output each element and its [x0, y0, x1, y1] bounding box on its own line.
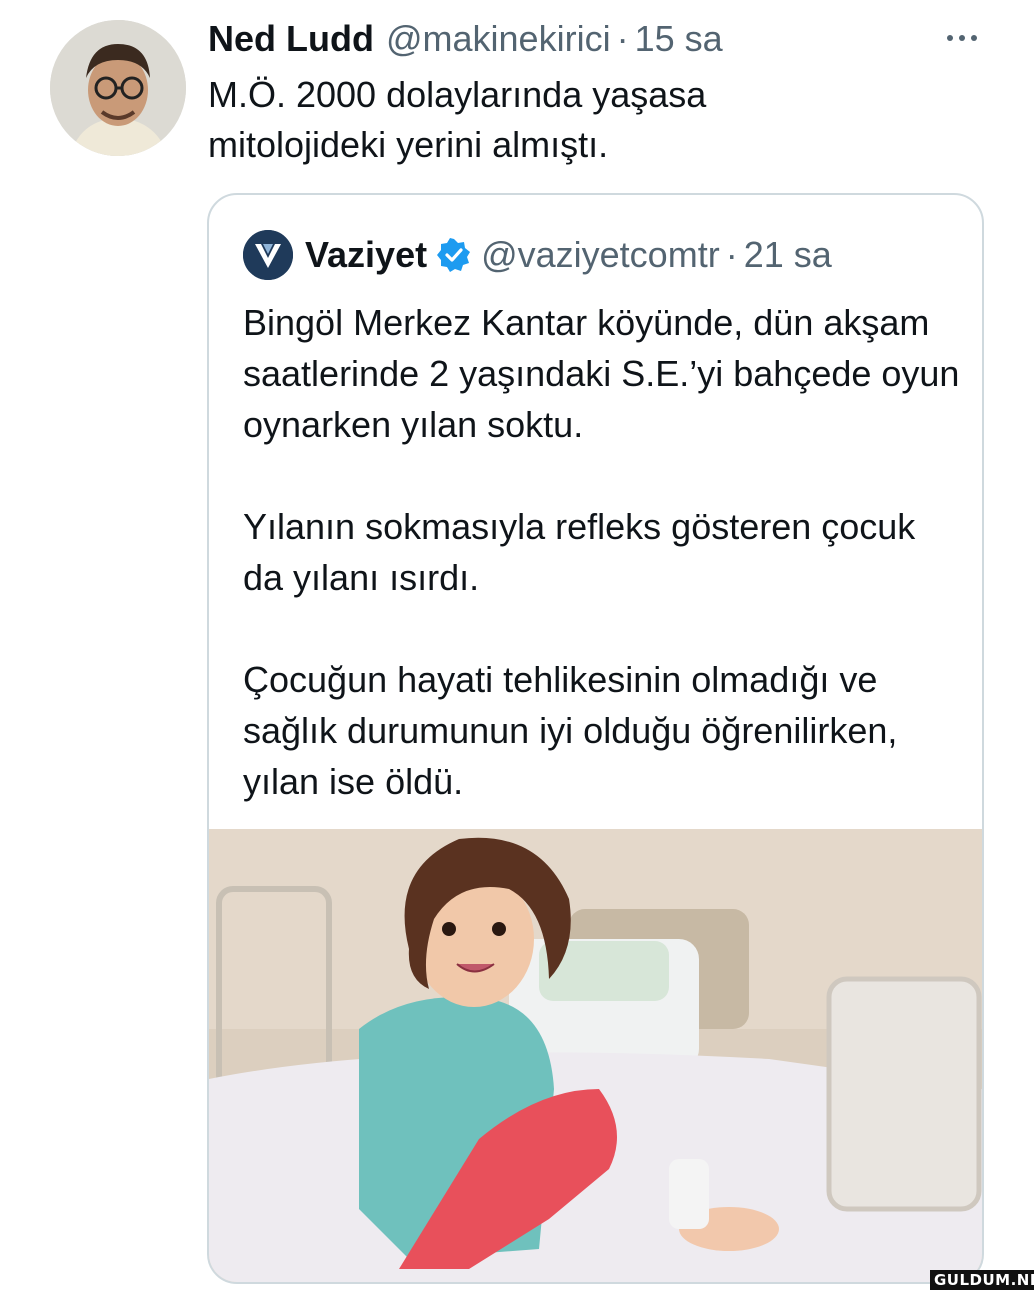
quoted-author-handle[interactable]: @vaziyetcomtr	[481, 234, 720, 276]
more-horizontal-icon[interactable]	[944, 26, 980, 50]
quoted-tweet-photo[interactable]	[209, 829, 982, 1282]
separator: ·	[725, 234, 738, 275]
tweet-header: Ned Ludd @makinekirici · 15 sa	[208, 16, 723, 62]
author-name[interactable]: Ned Ludd	[208, 18, 374, 60]
quoted-author-name[interactable]: Vaziyet	[305, 234, 427, 276]
avatar[interactable]	[50, 20, 186, 156]
quoted-paragraph: Bingöl Merkez Kantar köyünde, dün akşam …	[243, 302, 960, 445]
avatar-photo	[50, 20, 186, 156]
quoted-paragraph: Çocuğun hayati tehlikesinin olmadığı ve …	[243, 659, 898, 802]
watermark: GULDUM.NET	[930, 1270, 1034, 1290]
timestamp[interactable]: 15 sa	[635, 18, 723, 60]
vaziyet-logo-icon[interactable]	[243, 230, 293, 280]
tweet-text: M.Ö. 2000 dolaylarında yaşasa mitolojide…	[208, 74, 707, 165]
verified-badge-icon	[437, 238, 471, 272]
quoted-tweet[interactable]: Vaziyet @vaziyetcomtr · 21 sa Bingöl Mer…	[207, 193, 984, 1284]
quoted-timestamp[interactable]: 21 sa	[744, 234, 832, 276]
quoted-paragraph: Yılanın sokmasıyla refleks gösteren çocu…	[243, 506, 916, 598]
author-handle[interactable]: @makinekirici	[386, 18, 611, 60]
quoted-tweet-header: Vaziyet @vaziyetcomtr · 21 sa	[243, 229, 832, 281]
separator: ·	[616, 18, 629, 59]
photo-child-in-hospital-bed	[209, 829, 982, 1282]
quoted-tweet-text: Bingöl Merkez Kantar köyünde, dün akşam …	[243, 297, 963, 807]
tweet[interactable]: Ned Ludd @makinekirici · 15 sa M.Ö. 2000…	[0, 0, 1034, 1291]
